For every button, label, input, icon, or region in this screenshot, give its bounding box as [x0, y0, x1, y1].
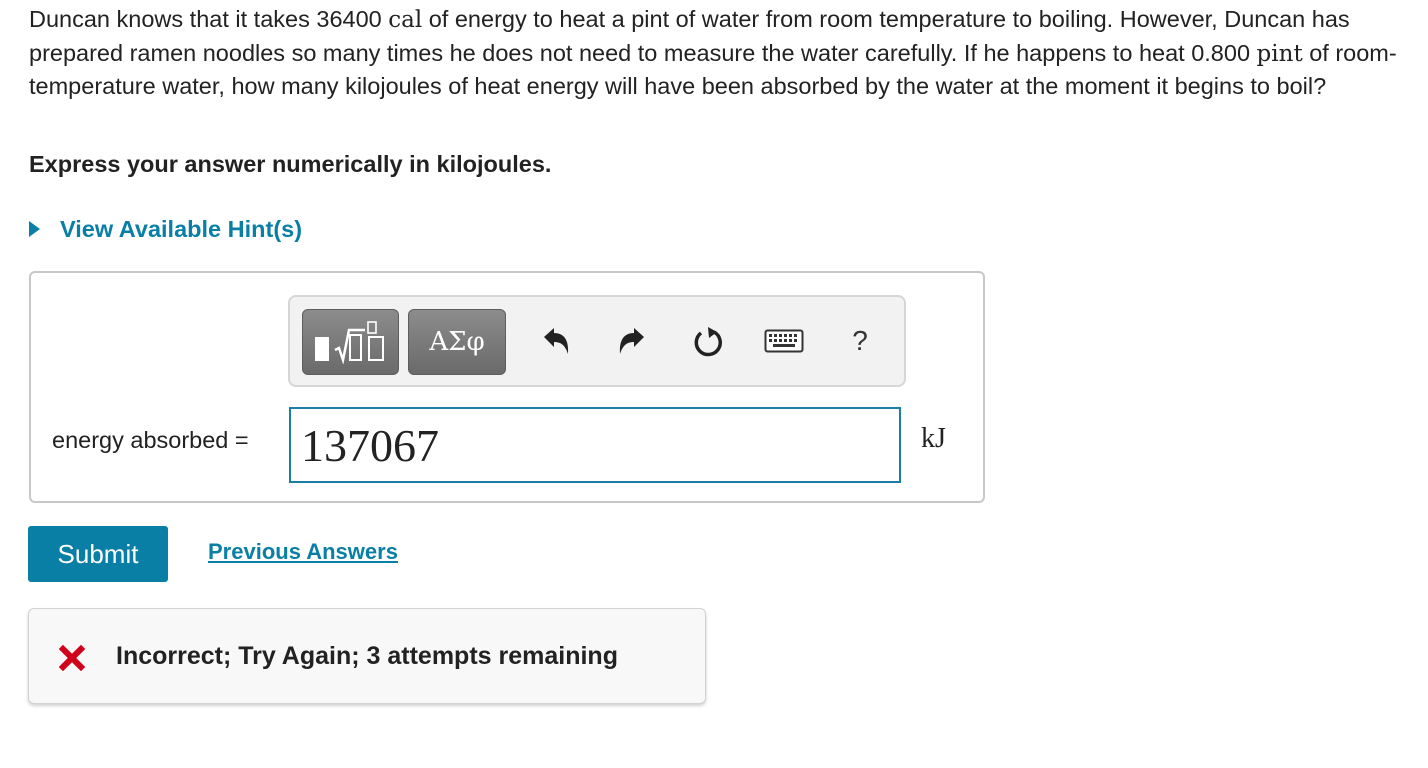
feedback-panel: Incorrect; Try Again; 3 attempts remaini… [28, 608, 706, 704]
templates-button[interactable] [302, 309, 399, 375]
reset-button[interactable] [688, 321, 728, 361]
help-icon: ? [852, 325, 868, 356]
keyboard-button[interactable] [764, 321, 804, 361]
submit-button[interactable]: Submit [28, 526, 168, 582]
unit-cal: cal [388, 7, 423, 33]
redo-button[interactable] [612, 321, 652, 361]
answer-instruction: Express your answer numerically in kiloj… [29, 151, 552, 177]
math-toolbar: ΑΣφ ? [288, 295, 906, 387]
unit-pint: pint [1256, 40, 1303, 67]
undo-icon [544, 328, 569, 354]
incorrect-x-icon [59, 645, 85, 671]
question-text: Duncan knows that it takes 36400 cal of … [29, 3, 1404, 103]
keyboard-icon [764, 329, 804, 353]
view-hints-toggle[interactable]: View Available Hint(s) [29, 212, 302, 246]
symbols-button[interactable]: ΑΣφ [408, 309, 506, 375]
question-part-1: Duncan knows that it takes 36400 [29, 6, 389, 32]
templates-icon [314, 321, 384, 364]
answer-label: energy absorbed = [52, 427, 249, 453]
undo-button[interactable] [536, 321, 576, 361]
answer-unit: kJ [921, 423, 946, 454]
feedback-message: Incorrect; Try Again; 3 attempts remaini… [116, 642, 618, 670]
previous-answers-link[interactable]: Previous Answers [208, 539, 398, 565]
answer-input[interactable]: 137067 [289, 407, 901, 483]
hint-expand-arrow-icon [29, 221, 40, 237]
answer-panel: ΑΣφ ? energy absorbed = 137067 kJ [29, 271, 985, 503]
view-hints-label: View Available Hint(s) [60, 215, 303, 242]
symbols-label: ΑΣφ [429, 327, 485, 357]
help-button[interactable]: ? [840, 321, 880, 361]
reset-icon [694, 327, 722, 357]
redo-icon [619, 328, 644, 354]
